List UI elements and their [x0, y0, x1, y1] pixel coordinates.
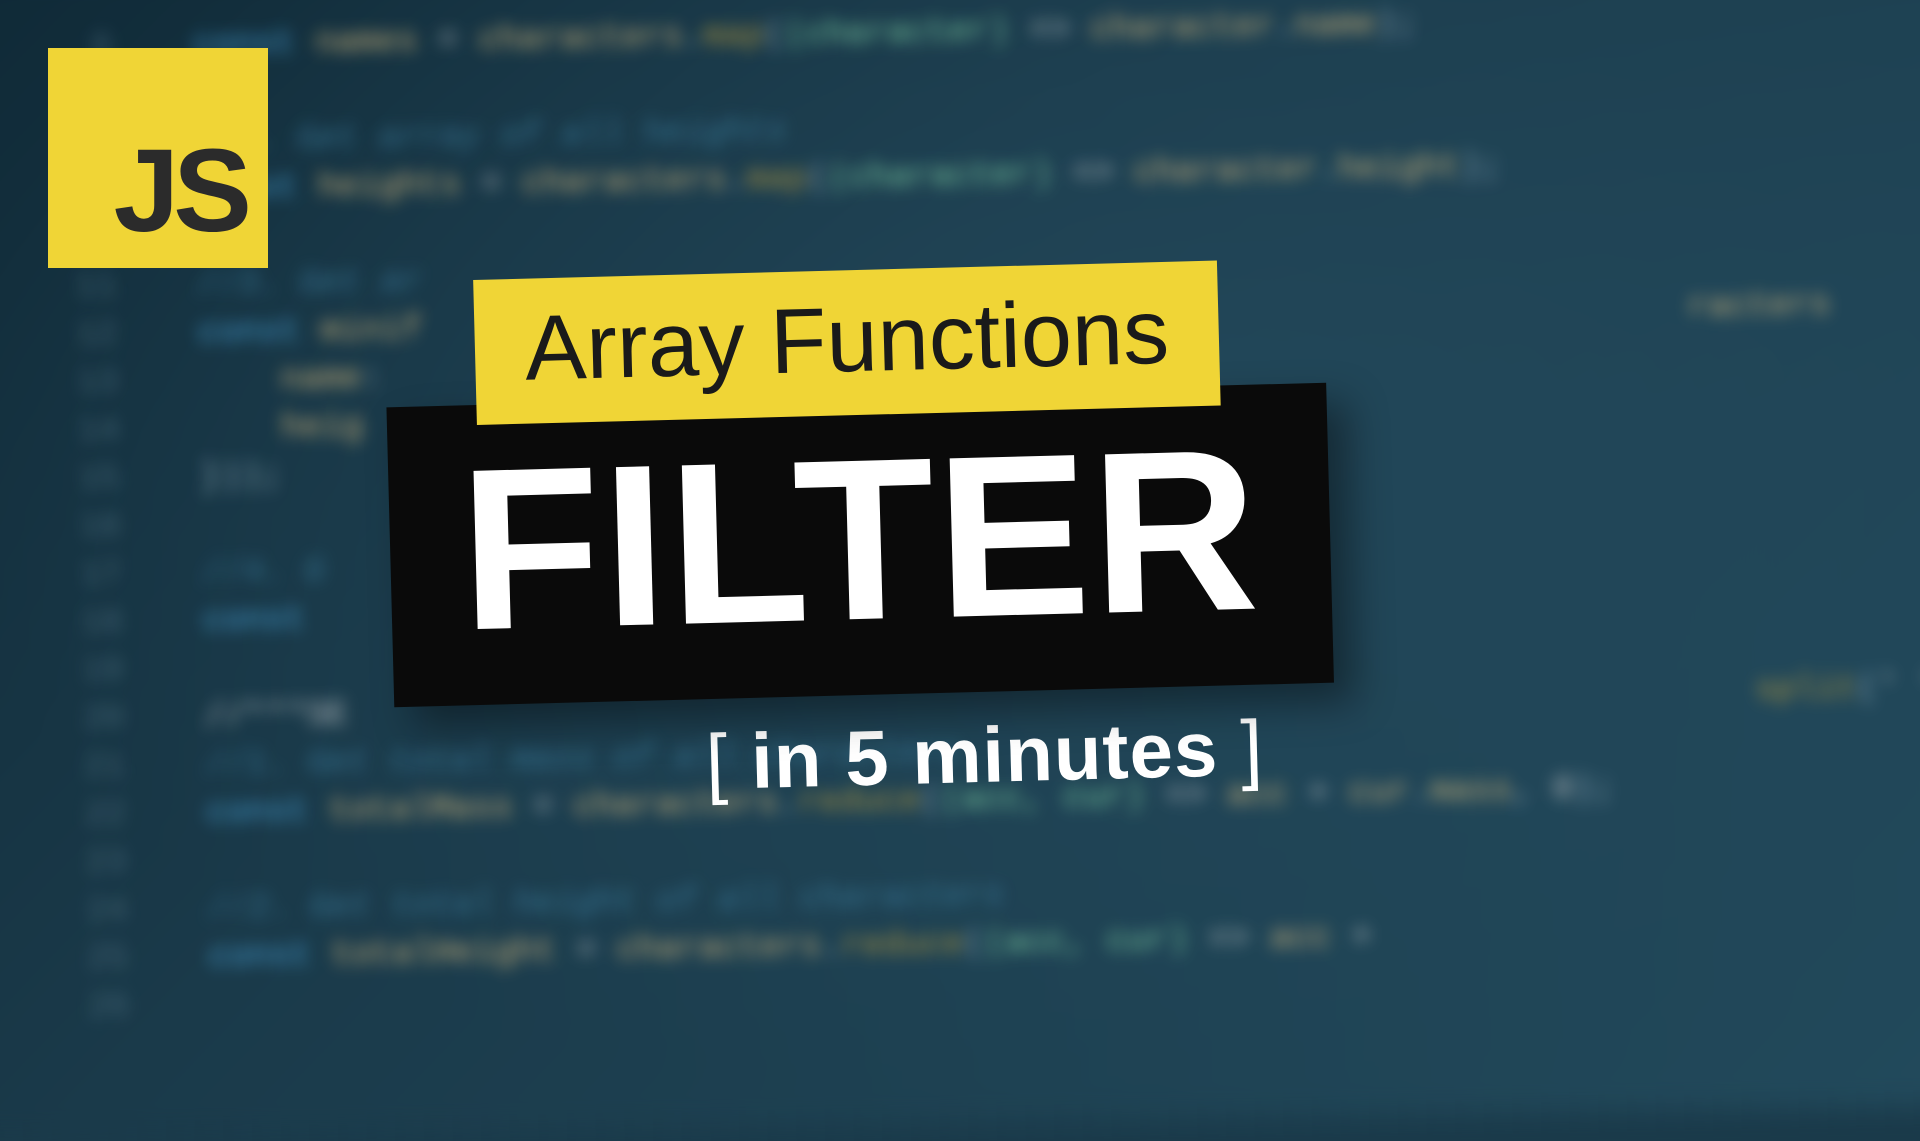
- js-logo-text: JS: [114, 132, 246, 250]
- title-line-1: Array Functions: [473, 261, 1221, 425]
- bracket-open: [: [705, 718, 730, 807]
- title-stack: Array Functions FILTER [ in 5 minutes ]: [383, 258, 1336, 816]
- bracket-close: ]: [1240, 704, 1265, 793]
- js-logo-badge: JS: [48, 48, 268, 268]
- title-line-2: FILTER: [386, 383, 1333, 707]
- subtitle-text: in 5 minutes: [727, 704, 1242, 805]
- subtitle: [ in 5 minutes ]: [705, 701, 1337, 808]
